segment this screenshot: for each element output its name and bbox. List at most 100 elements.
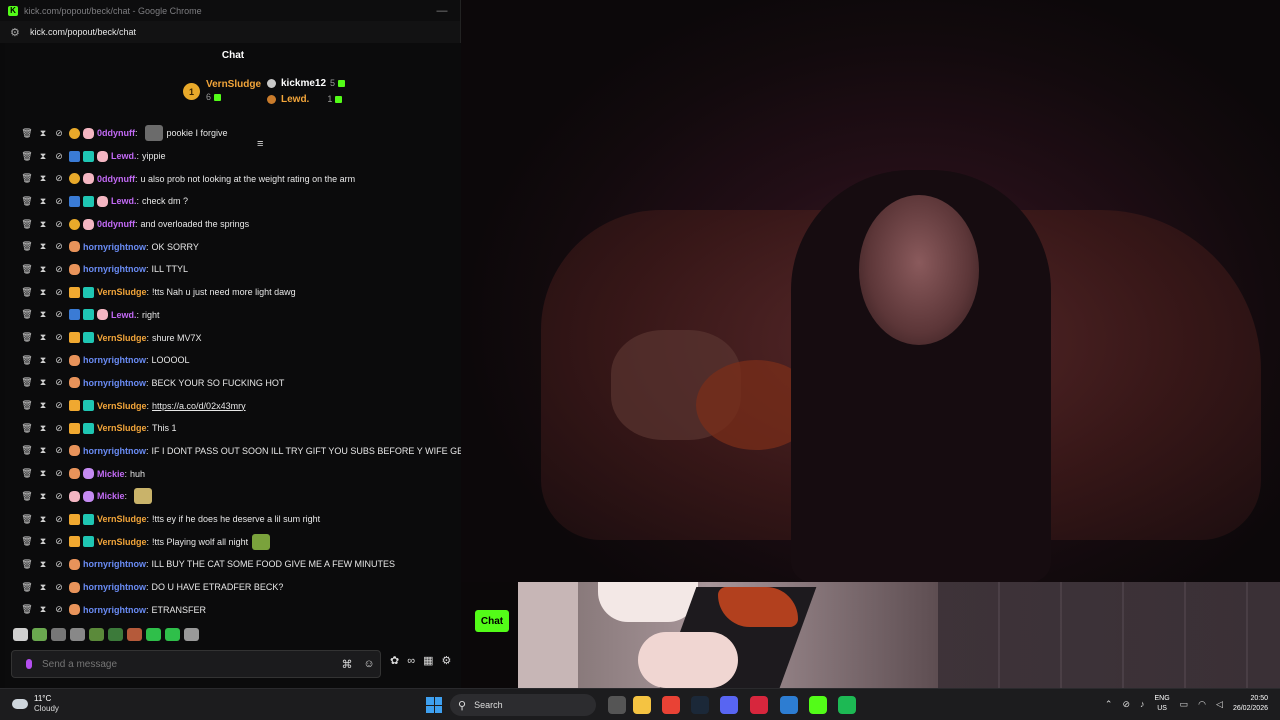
file-explorer-icon[interactable] <box>633 696 651 714</box>
spotify-icon[interactable] <box>838 696 856 714</box>
chat-username[interactable]: VernSludge <box>97 333 147 343</box>
ban-user-icon[interactable]: ⊘ <box>51 514 67 525</box>
timeout-user-icon[interactable]: ⧗ <box>35 287 51 298</box>
chat-message[interactable]: 🗑 ⧗ ⊘ 0ddynuff: pookie I forgive <box>5 122 461 145</box>
timeout-user-icon[interactable]: ⧗ <box>35 559 51 570</box>
ban-user-icon[interactable]: ⊘ <box>51 151 67 162</box>
timeout-user-icon[interactable]: ⧗ <box>35 582 51 593</box>
chat-message[interactable]: 🗑 ⧗ ⊘ VernSludge: shure MV7X <box>5 326 461 349</box>
chat-message[interactable]: 🗑 ⧗ ⊘ VernSludge: This 1 <box>5 417 461 440</box>
chat-message[interactable]: 🗑 ⧗ ⊘ VernSludge: !tts Playing wolf all nigh… <box>5 530 461 553</box>
delete-message-icon[interactable]: 🗑 <box>19 514 35 525</box>
delete-message-icon[interactable]: 🗑 <box>19 151 35 162</box>
chat-username[interactable]: hornyrightnow <box>83 446 146 456</box>
chat-emote[interactable] <box>252 533 271 550</box>
chat-username[interactable]: VernSludge <box>97 287 147 297</box>
windows-start-icon[interactable] <box>426 697 442 713</box>
delete-message-icon[interactable]: 🗑 <box>19 332 35 343</box>
timeout-user-icon[interactable]: ⧗ <box>35 423 51 434</box>
chat-username[interactable]: Lewd. <box>111 310 137 320</box>
chat-username[interactable]: hornyrightnow <box>83 242 146 252</box>
timeout-user-icon[interactable]: ⧗ <box>35 514 51 525</box>
quick-emote[interactable] <box>127 628 142 641</box>
microphone-icon[interactable] <box>22 657 36 671</box>
ban-user-icon[interactable]: ⊘ <box>51 559 67 570</box>
clock[interactable]: 20:50 26/02/2026 <box>1233 694 1268 714</box>
delete-message-icon[interactable]: 🗑 <box>19 196 35 207</box>
stream-video[interactable] <box>461 0 1280 582</box>
chat-message[interactable]: 🗑 ⧗ ⊘ hornyrightnow: BECK YOUR SO FUCKING HO… <box>5 372 461 395</box>
chat-message[interactable]: 🗑 ⧗ ⊘ 0ddynuff: and overloaded the springs <box>5 213 461 236</box>
chat-message[interactable]: 🗑 ⧗ ⊘ hornyrightnow: LOOOOL <box>5 349 461 372</box>
chat-username[interactable]: hornyrightnow <box>83 559 146 569</box>
chat-username[interactable]: VernSludge <box>97 423 147 433</box>
delete-message-icon[interactable]: 🗑 <box>19 536 35 547</box>
delete-message-icon[interactable]: 🗑 <box>19 173 35 184</box>
ban-user-icon[interactable]: ⊘ <box>51 309 67 320</box>
message-input[interactable] <box>42 658 336 670</box>
ban-user-icon[interactable]: ⊘ <box>51 445 67 456</box>
timeout-user-icon[interactable]: ⧗ <box>35 219 51 230</box>
timeout-user-icon[interactable]: ⧗ <box>35 332 51 343</box>
chat-message[interactable]: 🗑 ⧗ ⊘ VernSludge: https://a.co/d/02x43mry <box>5 394 461 417</box>
chat-username[interactable]: VernSludge <box>97 514 147 524</box>
delete-message-icon[interactable]: 🗑 <box>19 377 35 388</box>
timeout-user-icon[interactable]: ⧗ <box>35 355 51 366</box>
chat-username[interactable]: VernSludge <box>97 401 147 411</box>
task-view-icon[interactable] <box>608 696 626 714</box>
discord-icon[interactable] <box>720 696 738 714</box>
title-bar[interactable]: K kick.com/popout/beck/chat - Google Chr… <box>0 0 460 21</box>
chat-username[interactable]: hornyrightnow <box>83 605 146 615</box>
chat-username[interactable]: 0ddynuff <box>97 174 135 184</box>
ban-user-icon[interactable]: ⊘ <box>51 287 67 298</box>
chat-username[interactable]: Mickie <box>97 491 125 501</box>
delete-message-icon[interactable]: 🗑 <box>19 264 35 275</box>
chat-username[interactable]: VernSludge <box>97 537 147 547</box>
wifi-icon[interactable]: ◠ <box>1198 699 1206 710</box>
delete-message-icon[interactable]: 🗑 <box>19 309 35 320</box>
network-off-icon[interactable]: ⊘ <box>1122 699 1130 710</box>
delete-message-icon[interactable]: 🗑 <box>19 241 35 252</box>
address-bar[interactable]: ⚙ kick.com/popout/beck/chat <box>0 21 460 43</box>
timeout-user-icon[interactable]: ⧗ <box>35 196 51 207</box>
settings-gear-icon[interactable]: ⚙ <box>441 654 451 667</box>
quick-emote[interactable] <box>89 628 104 641</box>
ban-user-icon[interactable]: ⊘ <box>51 400 67 411</box>
leaderboard-second[interactable]: kickme12 5 <box>267 75 346 91</box>
delete-message-icon[interactable]: 🗑 <box>19 128 35 139</box>
chat-message[interactable]: 🗑 ⧗ ⊘ hornyrightnow: ETRANSFER <box>5 598 461 621</box>
chat-emote[interactable] <box>134 488 153 505</box>
chat-username[interactable]: Lewd. <box>111 151 137 161</box>
red-app-icon[interactable] <box>750 696 768 714</box>
timeout-user-icon[interactable]: ⧗ <box>35 241 51 252</box>
blue-app-icon[interactable] <box>780 696 798 714</box>
chat-message[interactable]: 🗑 ⧗ ⊘ hornyrightnow: ILL BUY THE CAT SOME FO… <box>5 553 461 576</box>
chat-message[interactable]: 🗑 ⧗ ⊘ Lewd.: check dm ? <box>5 190 461 213</box>
chat-message[interactable]: 🗑 ⧗ ⊘ Lewd.: yippie <box>5 145 461 168</box>
ban-user-icon[interactable]: ⊘ <box>51 241 67 252</box>
chat-message[interactable]: 🗑 ⧗ ⊘ hornyrightnow: ILL TTYL <box>5 258 461 281</box>
timeout-user-icon[interactable]: ⧗ <box>35 309 51 320</box>
chat-username[interactable]: 0ddynuff <box>97 219 135 229</box>
show-hidden-icons-icon[interactable]: ⌃ <box>1105 699 1113 710</box>
chat-username[interactable]: Lewd. <box>111 196 137 206</box>
timeout-user-icon[interactable]: ⧗ <box>35 445 51 456</box>
display-icon[interactable]: ▭ <box>1180 699 1189 710</box>
timeout-user-icon[interactable]: ⧗ <box>35 400 51 411</box>
ban-user-icon[interactable]: ⊘ <box>51 468 67 479</box>
ban-user-icon[interactable]: ⊘ <box>51 219 67 230</box>
ban-user-icon[interactable]: ⊘ <box>51 196 67 207</box>
chat-message[interactable]: 🗑 ⧗ ⊘ Lewd.: right <box>5 304 461 327</box>
delete-message-icon[interactable]: 🗑 <box>19 219 35 230</box>
delete-message-icon[interactable]: 🗑 <box>19 400 35 411</box>
quick-emote[interactable] <box>165 628 180 641</box>
chat-username[interactable]: hornyrightnow <box>83 378 146 388</box>
delete-message-icon[interactable]: 🗑 <box>19 491 35 502</box>
chat-username[interactable]: Mickie <box>97 469 125 479</box>
delete-message-icon[interactable]: 🗑 <box>19 445 35 456</box>
chat-message[interactable]: 🗑 ⧗ ⊘ hornyrightnow: IF I DONT PASS OUT SOON… <box>5 440 461 463</box>
delete-message-icon[interactable]: 🗑 <box>19 604 35 615</box>
ban-user-icon[interactable]: ⊘ <box>51 332 67 343</box>
ban-user-icon[interactable]: ⊘ <box>51 423 67 434</box>
quick-emote[interactable] <box>13 628 28 641</box>
